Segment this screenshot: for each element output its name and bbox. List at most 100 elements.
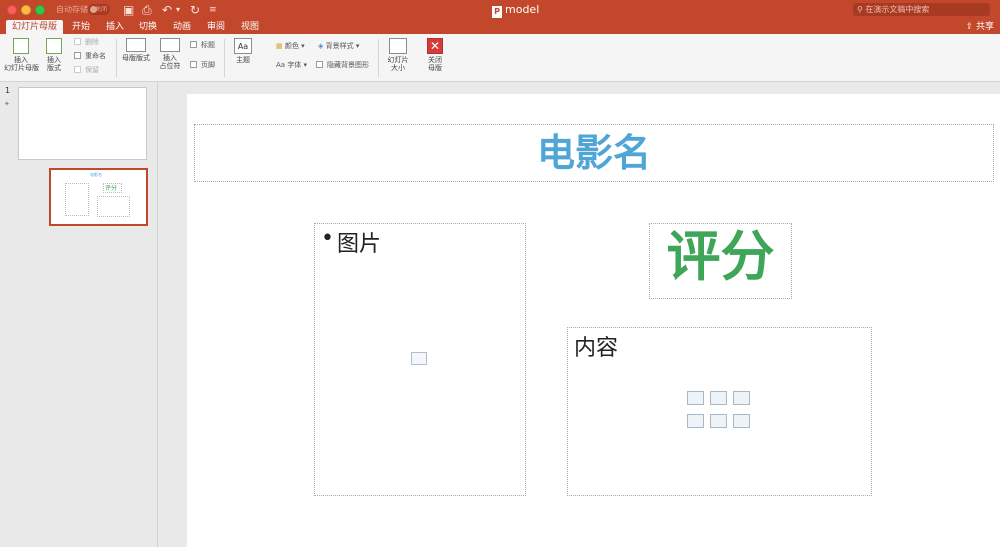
title-checkbox[interactable]: 标题	[190, 40, 215, 50]
master-layout-icon	[126, 38, 146, 52]
master-thumbnail[interactable]	[18, 87, 147, 160]
background-styles-icon: ◈	[318, 42, 326, 50]
insert-chart-icon[interactable]	[710, 391, 727, 405]
colors-label: 颜色	[284, 42, 299, 50]
ribbon: 插入 幻灯片母版 插入 版式 删除 重命名 保留 母版版式 插入 占位符 标题 …	[0, 34, 1000, 82]
close-window-button[interactable]	[7, 5, 17, 15]
preserve-icon	[74, 66, 81, 73]
pin-icon: ✦	[4, 100, 10, 108]
minimize-window-button[interactable]	[21, 5, 31, 15]
insert-smartart-icon[interactable]	[733, 391, 750, 405]
ribbon-divider	[116, 39, 117, 77]
undo-dropdown-icon[interactable]: ▾	[176, 2, 180, 18]
tab-home[interactable]: 开始	[72, 20, 90, 34]
preserve-button[interactable]: 保留	[74, 65, 99, 75]
redo-icon[interactable]: ↻	[190, 2, 200, 18]
delete-label: 删除	[85, 38, 99, 46]
theme-label: 主题	[236, 56, 250, 64]
slide-size-icon	[389, 38, 407, 54]
tab-slide-master[interactable]: 幻灯片母版	[6, 20, 64, 34]
footer-checkbox-label: 页脚	[201, 61, 215, 69]
share-icon: ⇪	[965, 22, 976, 32]
master-layout-button[interactable]: 母版版式	[120, 38, 152, 62]
master-layout-label: 母版版式	[122, 54, 150, 62]
footer-checkbox-box[interactable]	[190, 61, 197, 68]
picture-bullet: •	[321, 226, 334, 251]
slide-size-label: 幻灯片 大小	[387, 56, 409, 72]
insert-video-icon[interactable]	[733, 414, 750, 428]
share-label: 共享	[975, 22, 994, 32]
rename-icon	[74, 52, 81, 59]
preserve-label: 保留	[85, 66, 99, 74]
thumb-score: 评分	[105, 185, 118, 192]
theme-button[interactable]: Aa 主题	[229, 38, 257, 64]
search-input[interactable]: ⚲ 在演示文稿中搜索	[853, 3, 990, 16]
delete-button[interactable]: 删除	[74, 37, 99, 47]
hide-background-label: 隐藏背景图形	[327, 61, 369, 69]
title-checkbox-box[interactable]	[190, 41, 197, 48]
tab-transitions[interactable]: 切换	[139, 20, 157, 34]
insert-layout-label: 插入 版式	[47, 56, 61, 72]
fonts-icon: Aa	[276, 61, 288, 69]
title-checkbox-label: 标题	[201, 41, 215, 49]
insert-layout-button[interactable]: 插入 版式	[41, 38, 67, 72]
close-master-label: 关闭 母版	[428, 56, 442, 72]
autosave-label: 自动存储	[56, 5, 88, 14]
close-icon: ✕	[427, 38, 443, 54]
layout-thumbnail-selected[interactable]: 电影名 评分	[49, 168, 148, 226]
slide-size-button[interactable]: 幻灯片 大小	[384, 38, 412, 72]
tab-view[interactable]: 视图	[241, 20, 259, 34]
document-name: model	[505, 3, 540, 16]
thumb-title: 电影名	[90, 172, 102, 177]
hide-background-checkbox[interactable]: 隐藏背景图形	[316, 60, 369, 70]
ribbon-tab-bar: 幻灯片母版 开始 插入 切换 动画 审阅 视图 ⇪ 共享	[0, 20, 1000, 34]
fonts-button[interactable]: Aa 字体 ▾	[276, 60, 307, 70]
title-bar: 自动存储 关闭 ▣ ⎙ ↶ ▾ ↻ ≡ Pmodel ⚲ 在演示文稿中搜索	[0, 0, 1000, 20]
content-label: 内容	[574, 336, 619, 361]
sidebar-toggle-icon[interactable]: ▣	[123, 2, 134, 18]
close-master-button[interactable]: ✕ 关闭 母版	[422, 38, 448, 72]
insert-table-icon[interactable]	[687, 391, 704, 405]
powerpoint-icon: P	[492, 6, 502, 18]
share-button[interactable]: ⇪ 共享	[966, 20, 994, 34]
tab-animations[interactable]: 动画	[173, 20, 191, 34]
footer-checkbox[interactable]: 页脚	[190, 60, 215, 70]
background-styles-button[interactable]: ◈ 背景样式 ▾	[318, 41, 359, 51]
slide-number: 1	[5, 86, 11, 95]
colors-button[interactable]: ▦ 颜色 ▾	[276, 41, 305, 51]
search-icon: ⚲	[857, 5, 863, 14]
rename-button[interactable]: 重命名	[74, 51, 106, 61]
score-placeholder[interactable]: 评分	[649, 223, 792, 299]
ribbon-divider	[224, 39, 225, 77]
insert-placeholder-label: 插入 占位符	[159, 54, 181, 70]
tab-review[interactable]: 审阅	[207, 20, 225, 34]
theme-icon: Aa	[234, 38, 252, 54]
zoom-window-button[interactable]	[35, 5, 45, 15]
hide-background-checkbox-box[interactable]	[316, 61, 323, 68]
customize-toolbar-icon[interactable]: ≡	[209, 2, 217, 18]
slide-thumbnail-panel: 1 ✦ 电影名 评分	[0, 82, 158, 547]
fonts-label: 字体	[287, 61, 302, 69]
insert-layout-icon	[46, 38, 62, 54]
insert-placeholder-icon	[160, 38, 180, 52]
insert-placeholder-button[interactable]: 插入 占位符	[155, 38, 185, 70]
insert-picture-icon[interactable]	[687, 414, 704, 428]
autosave-toggle[interactable]: 关闭	[88, 4, 110, 15]
save-icon[interactable]: ⎙	[142, 2, 152, 18]
rename-label: 重命名	[85, 52, 106, 60]
search-placeholder: 在演示文稿中搜索	[865, 5, 930, 14]
picture-placeholder[interactable]: • 图片	[314, 223, 526, 496]
insert-folder-picture-icon[interactable]	[710, 414, 727, 428]
thumb-picture-box	[65, 183, 89, 216]
undo-icon[interactable]: ↶	[162, 2, 172, 18]
slide-canvas[interactable]: 电影名 • 图片 评分 内容	[187, 94, 1000, 547]
insert-picture-icon[interactable]	[411, 352, 427, 365]
ribbon-divider	[378, 39, 379, 77]
title-placeholder[interactable]: 电影名	[194, 124, 994, 182]
insert-master-button[interactable]: 插入 幻灯片母版	[4, 38, 39, 72]
thumb-content-box	[97, 196, 130, 217]
document-title: Pmodel	[492, 3, 539, 18]
colors-icon: ▦	[276, 42, 285, 50]
tab-insert[interactable]: 插入	[106, 20, 124, 34]
content-placeholder[interactable]: 内容	[567, 327, 872, 496]
